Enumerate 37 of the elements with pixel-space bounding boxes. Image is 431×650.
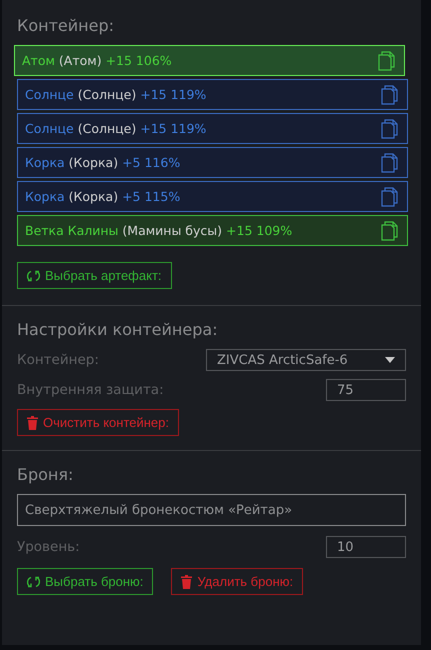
copy-icon[interactable] [381,84,399,104]
container-dropdown[interactable]: ZIVCAS ArcticSafe-6 [206,349,406,371]
artifact-item[interactable]: Ветка Калины (Мамины бусы) +15 109% [17,215,408,246]
level-input[interactable]: 10 [326,536,406,558]
artifact-item[interactable]: Корка (Корка) +5 115% [17,181,408,212]
artifact-label: Ветка Калины (Мамины бусы) +15 109% [25,223,292,238]
refresh-icon [27,574,40,588]
select-armor-button[interactable]: Выбрать броню: [17,568,154,595]
field-label: Уровень: [17,539,80,555]
section-title: Контейнер: [17,16,116,35]
artifact-label: Корка (Корка) +5 116% [25,155,180,170]
artifact-label: Атом (Атом) +15 106% [22,53,172,68]
field-label: Внутренняя защита: [17,382,164,398]
trash-icon [27,416,38,430]
delete-armor-button[interactable]: Удалить броню: [171,568,304,595]
field-label: Контейнер: [17,352,99,368]
artifact-item[interactable]: Солнце (Солнце) +15 119% [17,79,408,110]
copy-icon[interactable] [381,186,399,206]
copy-icon[interactable] [381,118,399,138]
artifact-label: Солнце (Солнце) +15 119% [25,121,206,136]
artifact-label: Солнце (Солнце) +15 119% [25,87,206,102]
section-title: Настройки контейнера: [17,320,219,339]
artifact-item[interactable]: Солнце (Солнце) +15 119% [17,113,408,144]
dropdown-caret-icon [385,357,395,363]
armor-name-field[interactable]: Сверхтяжелый бронекостюм «Рейтар» [17,494,406,526]
protection-input[interactable]: 75 [326,379,406,401]
copy-icon[interactable] [378,50,396,70]
trash-icon [181,574,192,588]
artifact-item[interactable]: Корка (Корка) +5 116% [17,147,408,178]
section-title: Броня: [17,465,74,484]
refresh-icon [27,268,40,282]
select-artifact-button[interactable]: Выбрать артефакт: [17,262,172,289]
artifact-label: Корка (Корка) +5 115% [25,189,180,204]
artifact-item[interactable]: Атом (Атом) +15 106% [14,45,405,76]
copy-icon[interactable] [381,152,399,172]
clear-container-button[interactable]: Очистить контейнер: [17,409,179,436]
copy-icon[interactable] [381,220,399,240]
